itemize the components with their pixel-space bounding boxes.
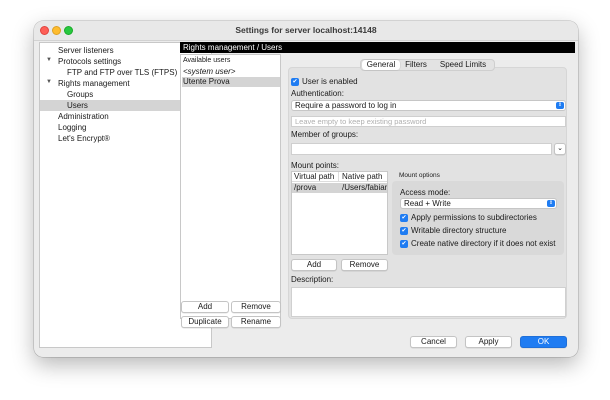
description-label: Description: [291, 275, 334, 284]
table-row[interactable]: /prova /Users/fabian [292, 183, 387, 193]
duplicate-user-button[interactable]: Duplicate [181, 316, 229, 328]
available-users-label: Available users [183, 57, 231, 64]
mount-points-table: Virtual path Native path /prova /Users/f… [291, 171, 388, 255]
authentication-select[interactable]: Require a password to log in ⇕ [291, 100, 566, 111]
user-item-system[interactable]: <system user> [182, 67, 280, 77]
tree-item-ftp-ftps[interactable]: FTP and FTP over TLS (FTPS) [67, 67, 177, 78]
rename-user-button[interactable]: Rename [231, 316, 281, 328]
authentication-value: Require a password to log in [295, 101, 397, 110]
access-mode-label: Access mode: [400, 188, 451, 197]
disclosure-arrow-icon[interactable]: ▼ [46, 79, 52, 85]
remove-user-button[interactable]: Remove [231, 301, 281, 313]
chevron-updown-icon: ⇕ [556, 102, 564, 109]
tree-item-protocols-settings[interactable]: Protocols settings [58, 56, 121, 67]
tree-item-rights-management[interactable]: Rights management [58, 78, 130, 89]
tab-filters[interactable]: Filters [401, 60, 431, 70]
settings-window: Settings for server localhost:14148 Serv… [34, 21, 578, 357]
tree-item-logging[interactable]: Logging [58, 122, 86, 133]
mount-virtual-path-cell: /prova [294, 183, 317, 192]
user-enabled-checkbox[interactable]: ✔ [291, 78, 299, 86]
password-field[interactable]: Leave empty to keep existing password [291, 116, 566, 127]
column-header-virtual-path[interactable]: Virtual path [292, 172, 339, 182]
apply-permissions-label: Apply permissions to subdirectories [411, 213, 537, 222]
mount-options-title: Mount options [399, 172, 440, 179]
access-mode-select[interactable]: Read + Write ⇕ [400, 198, 557, 209]
tab-bar: General Filters Speed Limits [360, 59, 495, 71]
disclosure-arrow-icon[interactable]: ▼ [46, 57, 52, 63]
window-title: Settings for server localhost:14148 [235, 25, 377, 35]
checkmark-icon: ✔ [401, 215, 407, 221]
checkmark-icon: ✔ [401, 241, 407, 247]
tree-item-lets-encrypt[interactable]: Let's Encrypt® [58, 133, 110, 144]
member-of-groups-label: Member of groups: [291, 130, 359, 139]
groups-combo-input[interactable] [291, 143, 552, 155]
create-native-dir-checkbox[interactable]: ✔ [400, 240, 408, 248]
mount-points-label: Mount points: [291, 161, 340, 170]
create-native-dir-label: Create native directory if it does not e… [411, 239, 556, 248]
writable-structure-label: Writable directory structure [411, 226, 507, 235]
apply-permissions-checkbox[interactable]: ✔ [400, 214, 408, 222]
description-textarea[interactable] [291, 287, 566, 317]
remove-mount-button[interactable]: Remove [341, 259, 388, 271]
password-placeholder: Leave empty to keep existing password [295, 117, 427, 126]
writable-structure-checkbox[interactable]: ✔ [400, 227, 408, 235]
tree-item-administration[interactable]: Administration [58, 111, 109, 122]
apply-button[interactable]: Apply [465, 336, 512, 348]
add-user-button[interactable]: Add [181, 301, 229, 313]
authentication-label: Authentication: [291, 89, 344, 98]
user-item-utente-prova[interactable]: Utente Prova [182, 77, 280, 87]
column-header-native-path[interactable]: Native path [340, 172, 387, 182]
title-bar: Settings for server localhost:14148 [34, 21, 578, 41]
mount-table-header: Virtual path Native path [292, 172, 387, 182]
tab-speed-limits[interactable]: Speed Limits [433, 60, 493, 70]
panel-header: Rights management / Users [180, 42, 575, 53]
tree-item-server-listeners[interactable]: Server listeners [58, 45, 114, 56]
tree-item-groups[interactable]: Groups [67, 89, 93, 100]
tab-general[interactable]: General [362, 60, 400, 70]
chevron-updown-icon: ⇕ [547, 200, 555, 207]
checkmark-icon: ✔ [401, 228, 407, 234]
ok-button[interactable]: OK [520, 336, 567, 348]
access-mode-value: Read + Write [404, 199, 451, 208]
user-enabled-label: User is enabled [302, 77, 358, 86]
chevron-down-icon[interactable]: ⌄ [554, 143, 566, 155]
checkmark-icon: ✔ [292, 79, 298, 85]
users-list: Available users <system user> Utente Pro… [180, 54, 281, 319]
mount-native-path-cell: /Users/fabian [342, 183, 387, 192]
add-mount-button[interactable]: Add [291, 259, 337, 271]
cancel-button[interactable]: Cancel [410, 336, 457, 348]
